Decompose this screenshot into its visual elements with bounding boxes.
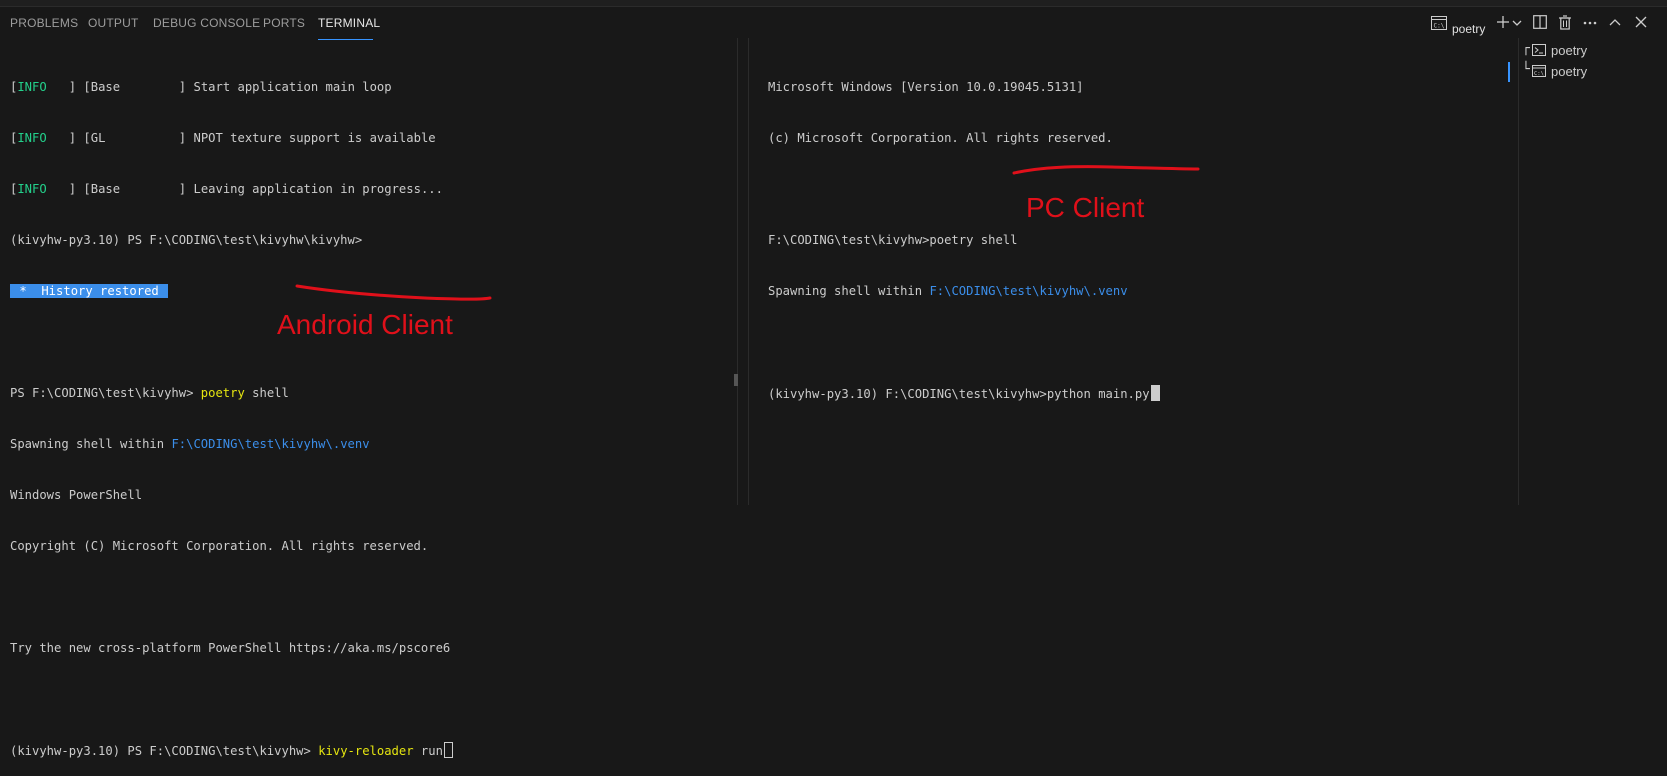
- terminal-split-divider[interactable]: [737, 38, 738, 505]
- old-prompt: (kivyhw-py3.10) PS F:\CODING\test\kivyhw…: [10, 233, 363, 247]
- tab-terminal[interactable]: TERMINAL: [318, 16, 380, 30]
- panel-tab-bar: PROBLEMS OUTPUT DEBUG CONSOLE PORTS TERM…: [0, 7, 1667, 40]
- close-panel-icon[interactable]: [1635, 16, 1647, 28]
- terminal-list-label: poetry: [1551, 43, 1588, 58]
- right-terminal-output[interactable]: Microsoft Windows [Version 10.0.19045.51…: [768, 45, 1160, 419]
- selected-terminal-indicator: [1508, 62, 1510, 82]
- tab-output[interactable]: OUTPUT: [88, 16, 139, 30]
- split-sash-handle[interactable]: [734, 374, 738, 386]
- active-tab-indicator: [318, 39, 373, 40]
- cmd-icon: C:\: [1532, 65, 1546, 80]
- current-prompt-line: (kivyhw-py3.10) F:\CODING\test\kivyhw>py…: [768, 385, 1160, 402]
- annotation-android-client: Android Client: [277, 309, 453, 340]
- trash-icon[interactable]: [1558, 15, 1572, 30]
- log-line: [INFO ] [Base ] Start application main l…: [10, 80, 392, 94]
- tab-debug-console[interactable]: DEBUG CONSOLE: [153, 16, 260, 30]
- editor-top-border: [0, 0, 1667, 7]
- maximize-panel-icon[interactable]: [1609, 18, 1621, 26]
- left-terminal-output[interactable]: [INFO ] [Base ] Start application main l…: [10, 45, 453, 776]
- terminal-cursor: [443, 742, 453, 758]
- new-terminal-button[interactable]: [1496, 15, 1510, 29]
- tree-connector-icon: ┌: [1522, 41, 1530, 56]
- venv-path-link[interactable]: F:\CODING\test\kivyhw\.venv: [929, 284, 1127, 298]
- powershell-icon: [1532, 44, 1546, 59]
- spawning-line: Spawning shell within F:\CODING\test\kiv…: [10, 437, 370, 451]
- terminal-tabs-divider: [1518, 38, 1519, 505]
- chevron-down-icon[interactable]: [1512, 19, 1522, 27]
- svg-text:C:\: C:\: [1534, 71, 1544, 77]
- terminal-list-label: poetry: [1551, 64, 1588, 79]
- spawning-line: Spawning shell within F:\CODING\test\kiv…: [768, 284, 1128, 298]
- tab-problems[interactable]: PROBLEMS: [10, 16, 78, 30]
- cmd-prompt-line: F:\CODING\test\kivyhw>poetry shell: [768, 233, 1018, 247]
- win-version-line: Microsoft Windows [Version 10.0.19045.51…: [768, 80, 1084, 94]
- ps-title-line: Windows PowerShell: [10, 488, 143, 502]
- tree-connector-icon: └: [1522, 62, 1530, 77]
- log-line: [INFO ] [GL ] NPOT texture support is av…: [10, 131, 436, 145]
- terminal-cursor: [1150, 385, 1160, 401]
- annotation-underline-right: [1012, 165, 1200, 175]
- terminal-type-icon[interactable]: C:\: [1431, 16, 1447, 30]
- ps-copyright-line: Copyright (C) Microsoft Corporation. All…: [10, 539, 429, 553]
- active-terminal-name[interactable]: poetry: [1452, 22, 1485, 36]
- log-line: [INFO ] [Base ] Leaving application in p…: [10, 182, 443, 196]
- terminal-list-item[interactable]: ┌ poetry: [1522, 41, 1662, 61]
- svg-text:C:\: C:\: [1434, 23, 1445, 30]
- venv-path-link[interactable]: F:\CODING\test\kivyhw\.venv: [171, 437, 369, 451]
- current-prompt-line: (kivyhw-py3.10) PS F:\CODING\test\kivyhw…: [10, 742, 453, 759]
- annotation-pc-client: PC Client: [1026, 192, 1145, 223]
- more-actions-icon[interactable]: [1583, 21, 1597, 25]
- annotation-underline-left: [295, 284, 492, 301]
- right-pane-border: [748, 38, 749, 505]
- tab-ports[interactable]: PORTS: [263, 16, 305, 30]
- terminal-list-item[interactable]: └ C:\ poetry: [1522, 62, 1662, 82]
- history-restored-badge: * History restored: [10, 284, 169, 298]
- prompt-line: PS F:\CODING\test\kivyhw> poetry shell: [10, 386, 289, 400]
- win-copyright-line: (c) Microsoft Corporation. All rights re…: [768, 131, 1113, 145]
- ps-try-line: Try the new cross-platform PowerShell ht…: [10, 641, 451, 655]
- split-terminal-icon[interactable]: [1533, 15, 1547, 29]
